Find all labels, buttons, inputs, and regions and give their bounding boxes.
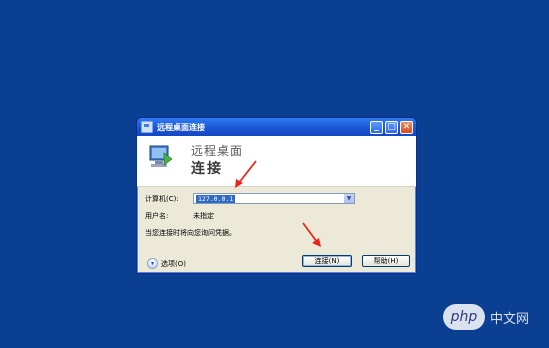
banner-title-line2: 连接 [191, 161, 223, 177]
options-label: 选项(O) [161, 259, 186, 268]
username-label: 用户名: [145, 212, 169, 220]
php-logo: php [443, 304, 485, 330]
window-title: 远程桌面连接 [157, 122, 205, 132]
expand-icon: ▾ [147, 258, 158, 269]
info-text: 当您连接时将向您询问凭据。 [145, 229, 236, 237]
annotation-arrow-connect [302, 222, 321, 247]
close-button[interactable]: ✕ [400, 120, 413, 134]
computer-label: 计算机(C): [145, 195, 179, 203]
chevron-down-icon[interactable]: ▼ [344, 194, 354, 203]
remote-desktop-icon [141, 121, 153, 133]
title-bar[interactable]: 远程桌面连接 _ □ ✕ [137, 118, 416, 136]
annotation-arrow-computer [235, 160, 257, 188]
remote-desktop-window: 远程桌面连接 _ □ ✕ 远程桌面 连接 计算机(C): 127.0.0.1 ▼… [136, 117, 417, 274]
monitor-icon [149, 145, 173, 167]
watermark: php 中文网 [443, 304, 529, 330]
minimize-button[interactable]: _ [370, 120, 383, 134]
connect-button[interactable]: 连接(N) [302, 255, 352, 267]
username-value: 未指定 [193, 212, 214, 220]
computer-value[interactable]: 127.0.0.1 [196, 194, 236, 203]
options-button[interactable]: ▾ 选项(O) [147, 258, 186, 269]
maximize-button[interactable]: □ [385, 120, 398, 134]
computer-combobox[interactable]: 127.0.0.1 ▼ [193, 193, 355, 204]
banner-title-line1: 远程桌面 [191, 144, 244, 158]
watermark-text: 中文网 [490, 311, 530, 327]
header-banner: 远程桌面 连接 [137, 136, 416, 187]
help-button[interactable]: 帮助(H) [362, 255, 410, 267]
